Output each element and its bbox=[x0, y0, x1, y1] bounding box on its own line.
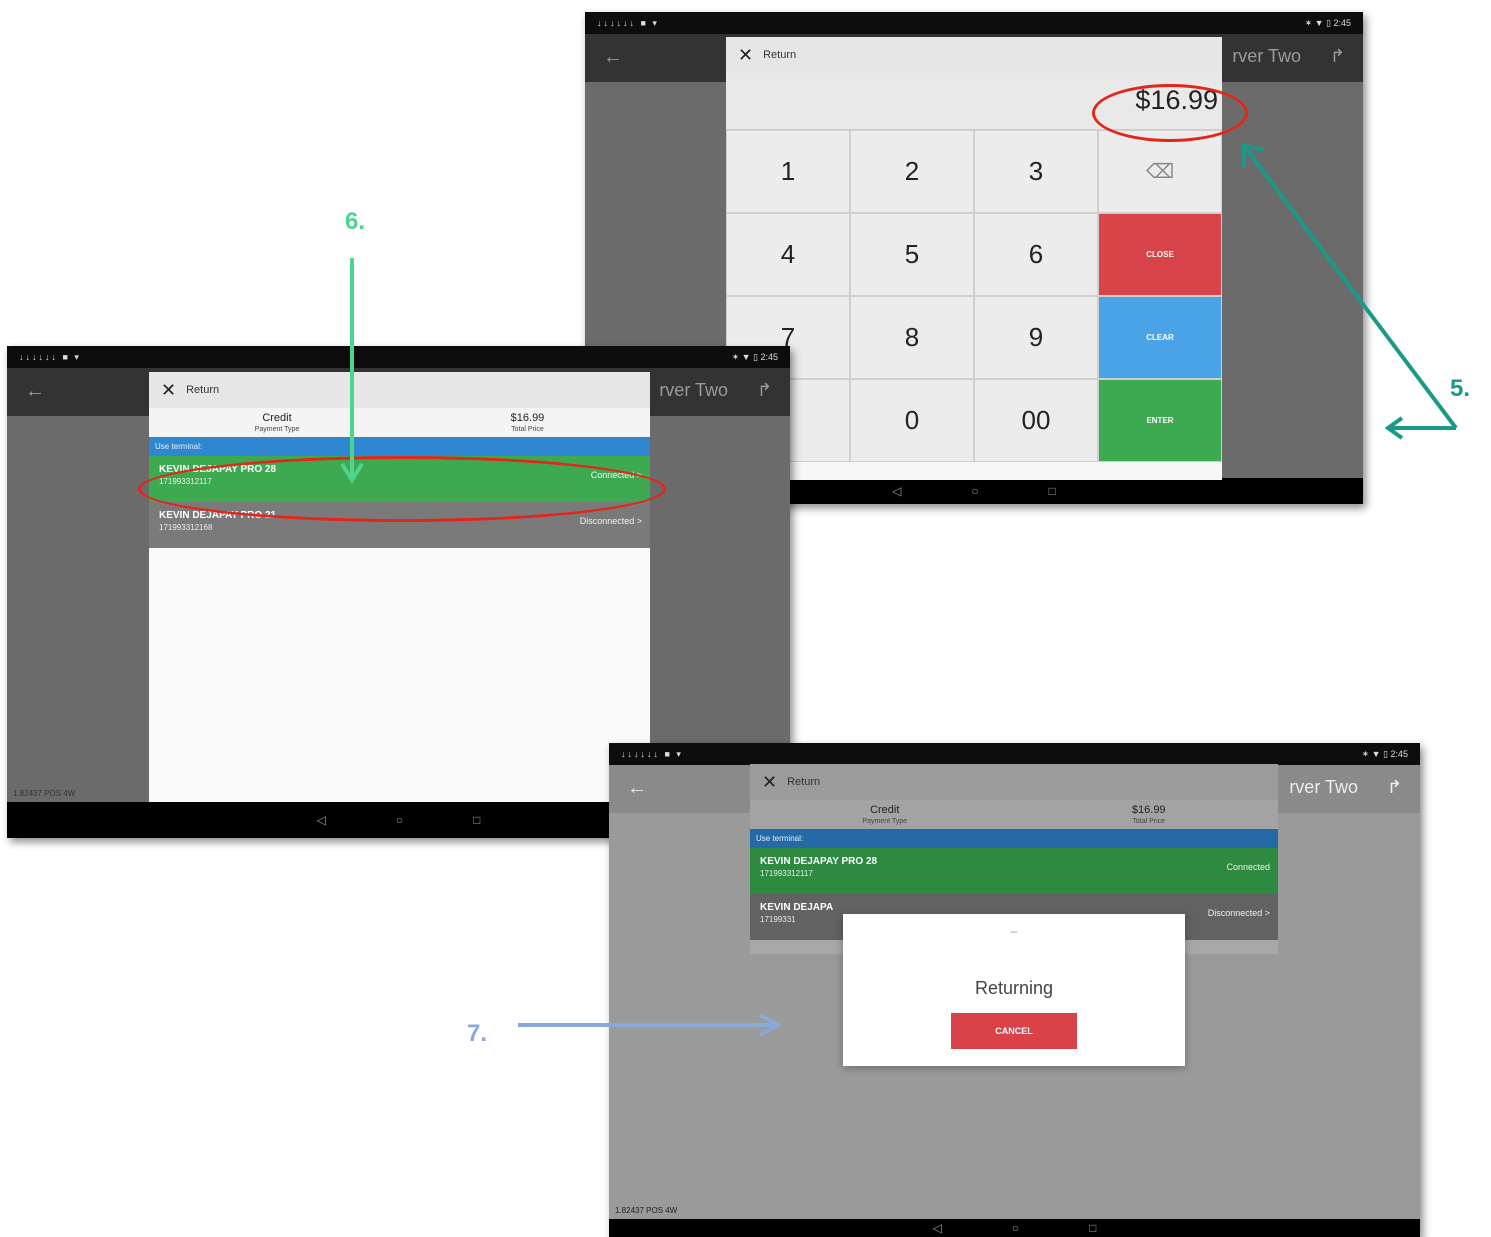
notification-icons: ↓↓↓↓↓↓ ■ ▾ bbox=[597, 17, 659, 28]
payment-type-label: Payment Type bbox=[862, 818, 908, 825]
dialog-header: ✕ Return bbox=[750, 764, 1278, 800]
key-6[interactable]: 6 bbox=[974, 213, 1098, 296]
nav-back-icon[interactable]: ◁ bbox=[892, 484, 901, 498]
dialog-header: ✕ Return bbox=[149, 372, 650, 408]
system-status: ✶ ▼ ▯ 2:45 bbox=[1361, 748, 1408, 759]
nav-home-icon[interactable]: ○ bbox=[396, 813, 403, 827]
returning-message: Returning bbox=[974, 978, 1054, 998]
server-name: rver Two bbox=[1232, 46, 1301, 66]
terminal-list-header: Use terminal: bbox=[750, 829, 1278, 848]
return-device-dialog: ✕ Return Credit Payment Type $16.99 Tota… bbox=[149, 372, 650, 802]
clear-button[interactable]: CLEAR bbox=[1098, 296, 1222, 379]
device-state: Disconnected > bbox=[1207, 908, 1270, 918]
version-label: 1.82437 POS 4W bbox=[13, 789, 76, 798]
nav-recent-icon[interactable]: □ bbox=[1049, 484, 1056, 498]
key-1[interactable]: 1 bbox=[726, 130, 850, 213]
status-bar: ↓↓↓↓↓↓ ■ ▾ ✶ ▼ ▯ 2:45 bbox=[585, 12, 1363, 34]
payment-type-value: Credit bbox=[262, 412, 292, 424]
payment-summary: Credit Payment Type $16.99 Total Price bbox=[750, 800, 1278, 829]
close-icon[interactable]: ✕ bbox=[161, 380, 176, 401]
notification-icons: ↓↓↓↓↓↓ ■ ▾ bbox=[19, 351, 81, 362]
logout-icon[interactable]: ↱ bbox=[757, 380, 772, 401]
payment-type: Credit Payment Type bbox=[255, 412, 300, 433]
total-price: $16.99 Total Price bbox=[1132, 804, 1166, 825]
device-highlight-ring bbox=[138, 456, 666, 522]
logout-icon[interactable]: ↱ bbox=[1330, 46, 1345, 67]
total-price-value: $16.99 bbox=[1131, 804, 1166, 816]
dialog-title: Return bbox=[186, 384, 220, 396]
popup-spinner: – bbox=[1010, 924, 1018, 938]
back-arrow-icon[interactable]: ← bbox=[603, 46, 623, 69]
key-3[interactable]: 3 bbox=[974, 130, 1098, 213]
key-9[interactable]: 9 bbox=[974, 296, 1098, 379]
returning-popup: – Returning CANCEL bbox=[843, 914, 1185, 1066]
android-nav-bar: ◁ ○ □ bbox=[609, 1219, 1420, 1237]
nav-home-icon[interactable]: ○ bbox=[971, 484, 978, 498]
status-bar: ↓↓↓↓↓↓ ■ ▾ ✶ ▼ ▯ 2:45 bbox=[609, 743, 1420, 765]
version-label: 1.82437 POS 4W bbox=[615, 1206, 678, 1215]
enter-button[interactable]: ENTER bbox=[1098, 379, 1222, 462]
total-price-label: Total Price bbox=[511, 426, 544, 433]
device-item-connected[interactable]: KEVIN DEJAPAY PRO 28 171993312117 Connec… bbox=[750, 848, 1278, 894]
device-state: Disconnected > bbox=[579, 516, 642, 526]
device-serial: 171993312168 bbox=[159, 523, 213, 532]
device-serial: 171993312117 bbox=[760, 869, 813, 878]
key-2[interactable]: 2 bbox=[850, 130, 974, 213]
system-status: ✶ ▼ ▯ 2:45 bbox=[731, 351, 778, 362]
key-8[interactable]: 8 bbox=[850, 296, 974, 379]
nav-recent-icon[interactable]: □ bbox=[473, 813, 480, 827]
back-arrow-icon[interactable]: ← bbox=[25, 380, 45, 403]
status-bar: ↓↓↓↓↓↓ ■ ▾ ✶ ▼ ▯ 2:45 bbox=[7, 346, 790, 368]
payment-summary: Credit Payment Type $16.99 Total Price bbox=[149, 408, 650, 437]
key-5[interactable]: 5 bbox=[850, 213, 974, 296]
total-price: $16.99 Total Price bbox=[511, 412, 545, 433]
close-icon[interactable]: ✕ bbox=[762, 772, 777, 793]
server-name: rver Two bbox=[659, 380, 728, 400]
cancel-button[interactable]: CANCEL bbox=[951, 1013, 1077, 1049]
nav-back-icon[interactable]: ◁ bbox=[933, 1221, 942, 1235]
dialog-title: Return bbox=[787, 776, 821, 788]
nav-back-icon[interactable]: ◁ bbox=[317, 813, 326, 827]
tablet-returning-screen: ↓↓↓↓↓↓ ■ ▾ ✶ ▼ ▯ 2:45 ← rver Two ↱ 1.824… bbox=[609, 743, 1420, 1237]
payment-type: Credit Payment Type bbox=[862, 804, 907, 825]
backspace-icon[interactable]: ⌫ bbox=[1098, 130, 1222, 213]
notification-icons: ↓↓↓↓↓↓ ■ ▾ bbox=[621, 748, 683, 759]
system-status: ✶ ▼ ▯ 2:45 bbox=[1304, 17, 1351, 28]
nav-home-icon[interactable]: ○ bbox=[1012, 1221, 1019, 1235]
payment-type-label: Payment Type bbox=[254, 426, 300, 433]
key-0[interactable]: 0 bbox=[850, 379, 974, 462]
total-price-value: $16.99 bbox=[510, 412, 545, 424]
back-arrow-icon[interactable]: ← bbox=[627, 777, 647, 800]
dialog-title: Return bbox=[763, 49, 797, 61]
step-7-label: 7. bbox=[467, 1020, 488, 1047]
nav-recent-icon[interactable]: □ bbox=[1089, 1221, 1096, 1235]
device-name: KEVIN DEJAPA bbox=[760, 902, 834, 913]
key-00[interactable]: 00 bbox=[974, 379, 1098, 462]
device-state: Connected bbox=[1226, 862, 1270, 872]
dialog-header: ✕ Return bbox=[726, 37, 1222, 73]
close-button[interactable]: CLOSE bbox=[1098, 213, 1222, 296]
server-name: rver Two bbox=[1289, 777, 1358, 797]
device-name: KEVIN DEJAPAY PRO 28 bbox=[760, 856, 878, 867]
payment-type-value: Credit bbox=[870, 804, 900, 816]
step-6-label: 6. bbox=[345, 208, 366, 235]
keypad: 1 2 3 ⌫ 4 5 6 CLOSE 7 8 9 CLEAR 0 00 ENT… bbox=[726, 130, 1222, 462]
amount-highlight-ring bbox=[1092, 84, 1248, 142]
key-4[interactable]: 4 bbox=[726, 213, 850, 296]
total-price-label: Total Price bbox=[1132, 818, 1166, 825]
logout-icon[interactable]: ↱ bbox=[1387, 777, 1402, 798]
terminal-list-header: Use terminal: bbox=[149, 437, 650, 456]
step-5-label: 5. bbox=[1450, 375, 1471, 402]
close-icon[interactable]: ✕ bbox=[738, 45, 753, 66]
